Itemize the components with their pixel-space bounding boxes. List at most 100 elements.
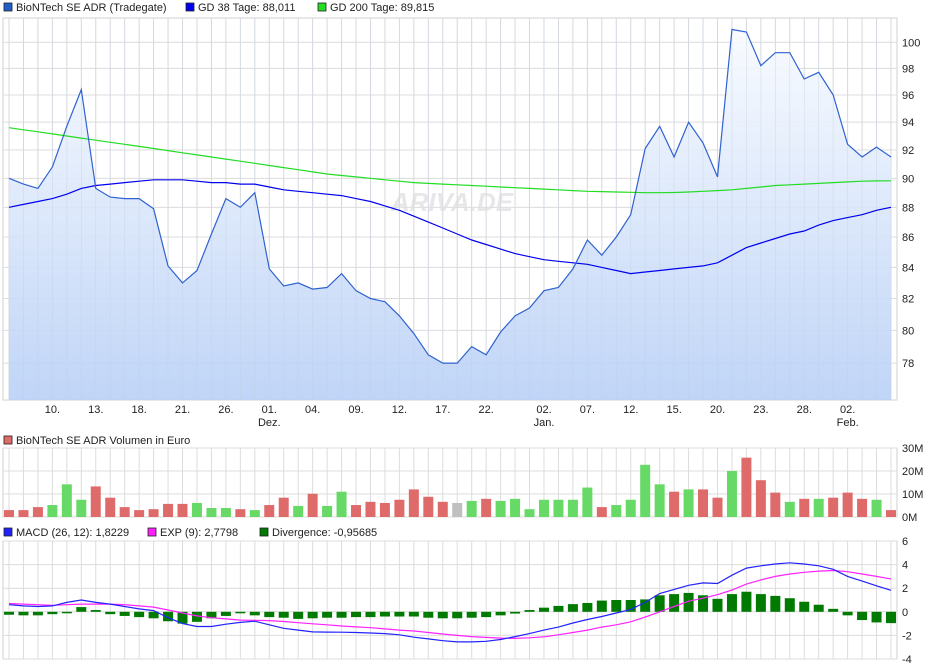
y-tick-label: 94 [902,117,914,129]
volume-bar [452,502,463,517]
legend-swatch-price [3,2,13,12]
x-tick-label: 09. [348,404,363,416]
x-tick-month-label: Dez. [258,417,281,429]
divergence-bar [249,611,260,616]
volume-bar [365,501,376,517]
volume-bar [90,486,101,517]
y-tick-label: 92 [902,145,914,157]
x-tick-label: 12. [623,404,638,416]
volume-bar [611,505,622,517]
x-tick-label: 21. [175,404,190,416]
volume-bar [698,489,709,517]
y-tick-label: 0 [902,607,908,619]
volume-bar [538,499,549,517]
legend-label-exp: EXP (9): 2,7798 [160,527,238,539]
volume-bar [423,496,434,517]
divergence-bar [408,611,419,617]
volume-bar [4,510,14,517]
x-tick-label: 20. [710,404,725,416]
y-tick-label: 2 [902,583,908,595]
legend-label-gd38: GD 38 Tage: 88,011 [198,2,295,14]
volume-plot: 0M 10M 20M 30M [2,443,923,524]
x-tick-label: 13. [88,404,103,416]
x-tick-label: 17. [435,404,450,416]
divergence-bar [712,598,723,612]
divergence-bar [105,611,116,615]
volume-bar [76,499,87,517]
y-tick-label: 86 [902,232,914,244]
volume-bar [466,500,477,517]
volume-bar [293,505,304,517]
divergence-bar [220,611,231,616]
volume-bar [828,497,839,517]
divergence-bar [322,611,333,618]
volume-bar [857,498,868,517]
volume-bar [351,505,362,517]
x-tick-label: 12. [392,404,407,416]
volume-bar [510,498,521,517]
legend-swatch-volume [3,435,13,445]
volume-bar [770,492,781,517]
divergence-bar [119,611,130,616]
volume-bar [307,493,318,517]
divergence-bar [654,595,665,612]
divergence-bar [828,608,839,612]
divergence-bar [134,611,145,618]
volume-bar [163,503,174,517]
divergence-bar [235,611,246,614]
volume-bar [379,502,390,517]
volume-bar [18,510,29,517]
divergence-bar [871,611,882,623]
volume-bar [871,499,882,517]
divergence-bar [351,611,362,618]
divergence-bar [741,591,752,612]
divergence-bar [379,611,390,617]
volume-bar [567,499,578,517]
divergence-bar [394,611,405,617]
legend-swatch-gd38 [185,2,195,12]
divergence-bar [857,611,868,621]
volume-bar [625,499,636,517]
x-tick-label: 15. [666,404,681,416]
x-tick-label: 04. [305,404,320,416]
divergence-bar [452,611,463,619]
y-tick-label: 82 [902,294,914,306]
volume-bar [582,487,593,517]
x-tick-label: 28. [797,404,812,416]
price-legend: BioNTech SE ADR (Tradegate) GD 38 Tage: … [3,2,434,14]
divergence-bar [596,600,607,612]
volume-bar [813,498,824,517]
x-tick-label: 22. [478,404,493,416]
volume-bar [654,484,665,517]
divergence-bar [4,611,14,615]
volume-bar [886,510,896,517]
x-tick-label: 02. [536,404,551,416]
volume-bar [105,497,116,517]
legend-swatch-divergence [259,527,269,537]
divergence-bar [495,611,506,616]
divergence-bar [640,599,651,612]
divergence-bar [264,611,275,618]
divergence-bar [842,611,853,616]
y-tick-label: 30M [902,443,923,455]
divergence-bar [611,600,622,612]
x-tick-month-label: Jan. [534,417,555,429]
divergence-bar [466,611,477,618]
volume-bar [640,464,651,517]
volume-bar [191,502,202,517]
volume-bar [755,480,766,517]
y-tick-label: -4 [902,654,912,666]
volume-bar [249,510,260,517]
y-tick-label: 100 [902,37,920,49]
volume-bar [322,505,333,517]
legend-label-divergence: Divergence: -0,95685 [272,527,377,539]
divergence-bar [423,611,434,618]
divergence-bar [726,594,737,612]
legend-label-macd: MACD (26, 12): 1,8229 [16,527,129,539]
divergence-bar [553,605,564,612]
legend-label-gd200: GD 200 Tage: 89,815 [330,2,434,14]
volume-bar [47,505,58,517]
divergence-bar [293,611,304,619]
y-tick-label: 4 [902,560,908,572]
macd-plot: -4 -2 0 2 4 6 [2,536,912,666]
